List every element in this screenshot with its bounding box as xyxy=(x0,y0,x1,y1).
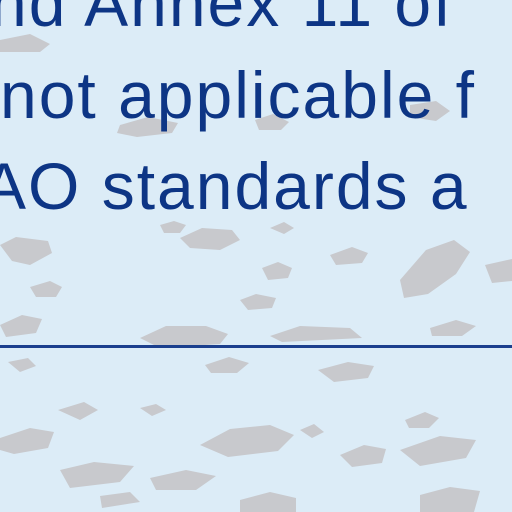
speckle xyxy=(330,247,368,265)
text-line-3: AO standards a xyxy=(0,149,469,223)
speckle xyxy=(240,294,276,310)
speckle xyxy=(430,320,476,336)
speckle xyxy=(270,326,362,342)
speckle xyxy=(140,404,166,416)
horizontal-rule xyxy=(0,345,512,348)
text-line-1: nd Annex 11 of xyxy=(0,0,454,40)
speckle xyxy=(150,470,216,490)
speckle xyxy=(270,222,294,234)
speckle xyxy=(180,228,240,250)
speckle xyxy=(0,428,54,454)
speckle xyxy=(400,436,476,466)
speckle xyxy=(0,315,42,337)
speckle xyxy=(340,445,386,467)
speckle xyxy=(0,237,52,265)
speckle xyxy=(60,462,134,488)
speckle xyxy=(405,412,439,428)
document-fragment: nd Annex 11 of not applicable f AO stand… xyxy=(0,0,512,512)
text-line-2: not applicable f xyxy=(0,58,476,132)
speckle xyxy=(262,262,292,280)
speckle xyxy=(240,492,296,512)
speckle xyxy=(30,281,62,297)
speckle xyxy=(400,240,470,298)
speckle xyxy=(100,492,140,508)
speckle xyxy=(300,424,324,438)
speckle xyxy=(58,402,98,420)
speckle xyxy=(318,362,374,382)
speckle xyxy=(205,357,249,373)
speckle xyxy=(8,358,36,372)
speckle xyxy=(200,425,294,457)
speckle xyxy=(485,259,512,283)
speckle xyxy=(420,487,480,512)
